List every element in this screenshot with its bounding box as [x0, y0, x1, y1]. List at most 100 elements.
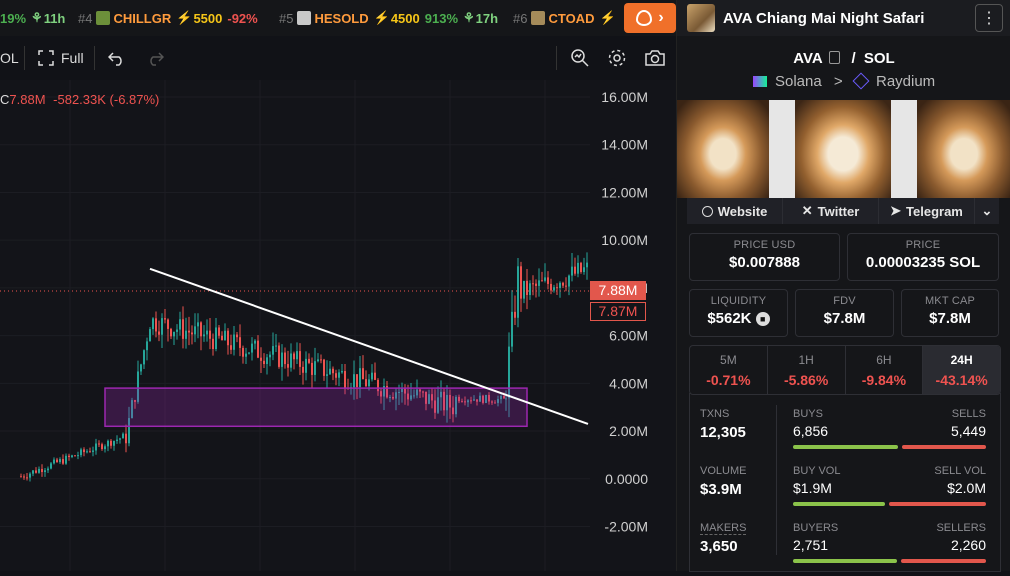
candle-body	[287, 364, 289, 368]
candle-body	[29, 473, 31, 478]
chain-breadcrumb: Solana > Raydium	[677, 72, 1010, 90]
timeframe-tabs: 5M -0.71% 1H -5.86% 6H -9.84% 24H -43.14…	[689, 345, 1001, 395]
candle-body	[125, 433, 127, 444]
dex-name[interactable]: Raydium	[876, 73, 935, 90]
twitter-label: Twitter	[817, 203, 860, 219]
chevron-right-icon: ›	[658, 9, 664, 26]
candle-body	[511, 311, 513, 347]
candle-body	[532, 283, 534, 285]
candlestick-chart[interactable]: 16.00M14.00M12.00M10.00M8.00M6.00M4.00M2…	[0, 80, 676, 571]
chart-grid	[0, 80, 590, 571]
tab-1h[interactable]: 1H -5.86%	[768, 346, 846, 394]
undo-button[interactable]	[108, 36, 126, 80]
candle-body	[305, 358, 307, 373]
candle-body	[541, 280, 543, 282]
token-banner-image	[677, 100, 1010, 198]
candle-body	[236, 334, 238, 338]
tab-24h[interactable]: 24H -43.14%	[923, 346, 1000, 394]
ticker-item-3[interactable]: 19% ⚘ 11h	[0, 0, 65, 36]
copy-icon[interactable]	[829, 51, 841, 64]
screenshot-button[interactable]	[644, 36, 666, 80]
candle-body	[179, 319, 181, 330]
raydium-icon	[852, 72, 870, 90]
more-menu-button[interactable]: ⋮	[975, 4, 1003, 32]
telegram-link[interactable]: ➤ Telegram	[879, 198, 975, 224]
candle-body	[23, 476, 25, 478]
tab-6h[interactable]: 6H -9.84%	[846, 346, 924, 394]
bolt-icon: ⚡	[373, 10, 390, 25]
candle-body	[239, 337, 241, 348]
y-tick-label: 16.00M	[601, 89, 648, 105]
ticker-rank: #6	[513, 10, 528, 26]
trending-fire-button[interactable]: ›	[624, 3, 676, 33]
chart-toolbar: OL Full	[0, 36, 676, 81]
makers-label: MAKERS	[700, 522, 747, 535]
interval-selector[interactable]: OL	[0, 36, 19, 80]
candle-body	[275, 345, 277, 347]
sell-vol-value: $2.0M	[947, 480, 986, 496]
candle-body	[155, 318, 157, 332]
candle-body	[341, 371, 343, 373]
ticker-rank: #5	[279, 10, 294, 26]
candle-body	[209, 330, 211, 339]
candle-body	[356, 374, 358, 388]
legend-price: 7.88M	[9, 92, 46, 107]
candle-body	[68, 455, 70, 457]
makers-value: 3,650	[700, 538, 738, 555]
candle-body	[197, 322, 199, 327]
tab-5m[interactable]: 5M -0.71%	[690, 346, 768, 394]
fullscreen-button[interactable]: Full	[38, 36, 84, 80]
liquidity-card: LIQUIDITY $562K ■	[689, 289, 788, 337]
candle-body	[362, 368, 364, 380]
price-usd-card: PRICE USD $0.007888	[689, 233, 840, 281]
fire-icon	[636, 10, 653, 26]
chain-name[interactable]: Solana	[775, 73, 822, 90]
candle-body	[302, 366, 304, 373]
ticker-boost: 5500	[193, 10, 223, 26]
candle-body	[164, 318, 166, 320]
candle-body	[365, 379, 367, 387]
toolbar-divider	[24, 46, 25, 70]
price-chart[interactable]: 16.00M14.00M12.00M10.00M8.00M6.00M4.00M2…	[0, 80, 676, 571]
candle-body	[571, 266, 573, 276]
ticker-item-6[interactable]: #6 CTOAD ⚡	[513, 0, 616, 36]
candle-body	[568, 275, 570, 287]
website-link[interactable]: Website	[687, 198, 783, 224]
fdv-card: FDV $7.8M	[795, 289, 894, 337]
candle-body	[538, 280, 540, 286]
ticker-symbol: CTOAD	[548, 10, 595, 26]
screener-button[interactable]	[570, 36, 590, 80]
candle-body	[317, 359, 319, 362]
lock-icon[interactable]: ■	[755, 312, 770, 326]
candle-body	[299, 351, 301, 367]
bolt-icon: ⚡	[599, 10, 616, 25]
candle-body	[146, 341, 148, 351]
candle-body	[562, 282, 564, 286]
candle-body	[296, 351, 298, 360]
candle-body	[110, 440, 112, 446]
candle-body	[53, 459, 55, 464]
buyers-value: 2,751	[793, 537, 829, 553]
candle-body	[514, 311, 516, 318]
y-tick-label: 4.00M	[609, 375, 648, 391]
mktcap-value: $7.8M	[929, 310, 971, 327]
ticker-item-5[interactable]: #5 HESOLD ⚡ 4500 913% ⚘ 17h	[279, 0, 498, 36]
candle-body	[272, 346, 274, 355]
ticker-item-4[interactable]: #4 CHILLGR ⚡ 5500 -92%	[78, 0, 258, 36]
links-expand-button[interactable]: ⌄	[975, 198, 999, 224]
token-avatar	[96, 11, 111, 25]
candle-body	[523, 280, 525, 299]
price-sol-value: 0.00003235 SOL	[865, 254, 981, 271]
globe-icon	[701, 205, 713, 217]
candle-body	[191, 332, 193, 335]
twitter-link[interactable]: ✕ Twitter	[783, 198, 879, 224]
redo-button[interactable]	[146, 36, 164, 80]
buy-vol-value: $1.9M	[793, 480, 832, 496]
candle-body	[194, 326, 196, 335]
candle-body	[257, 340, 259, 358]
settings-button[interactable]	[607, 36, 627, 80]
sellers-label: SELLERS	[936, 522, 986, 534]
buy-vol-bar	[793, 502, 885, 506]
candle-body	[77, 455, 79, 457]
sell-vol-label: SELL VOL	[934, 465, 986, 477]
